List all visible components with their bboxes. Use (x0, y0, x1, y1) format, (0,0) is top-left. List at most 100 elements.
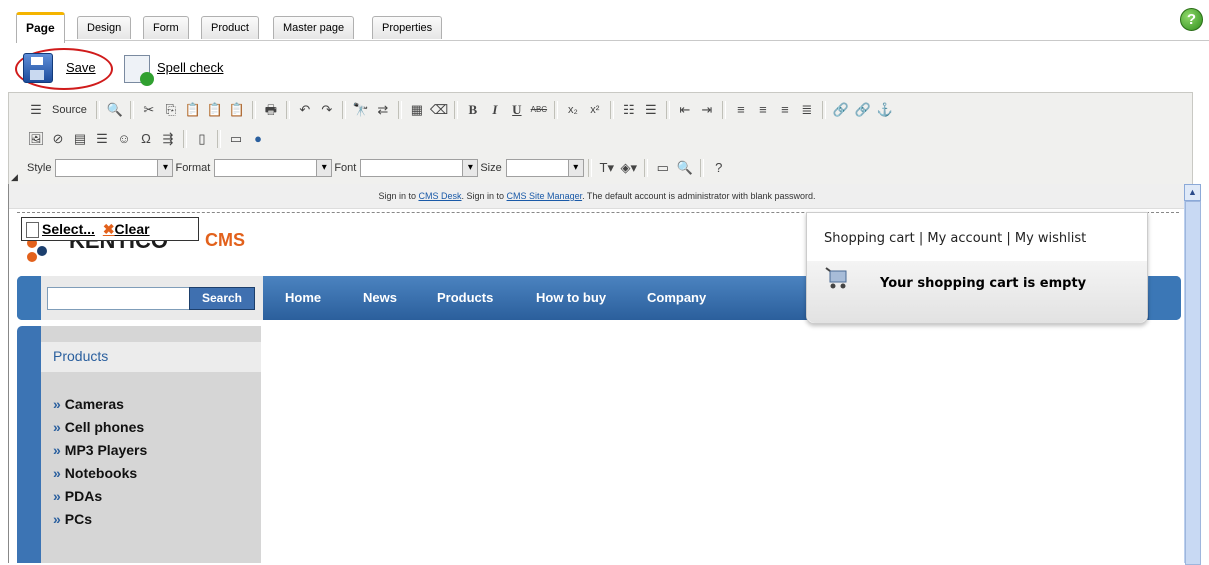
superscript-icon[interactable]: x² (586, 101, 604, 119)
smiley-icon[interactable]: ☺ (115, 130, 133, 148)
preview-scrollbar[interactable]: ▲ (1184, 184, 1201, 565)
toolbar-separator (95, 101, 100, 119)
copy-icon[interactable]: ⎘ (162, 101, 180, 119)
logo-select-clear: Select... ✖Clear (21, 217, 199, 241)
justify-icon[interactable]: ≣ (798, 101, 816, 119)
nav-news[interactable]: News (363, 290, 397, 305)
anchor-icon[interactable]: ⚓ (876, 101, 894, 119)
align-left-icon[interactable]: ≡ (732, 101, 750, 119)
undo-icon[interactable]: ↶ (296, 101, 314, 119)
save-icon[interactable] (23, 53, 53, 83)
horizontal-rule-icon[interactable]: ☰ (93, 130, 111, 148)
search-button[interactable]: Search (189, 287, 255, 310)
inline-control-icon[interactable]: ▯ (193, 130, 211, 148)
sidebar-item-label: Notebooks (64, 465, 138, 481)
nav-how-to-buy[interactable]: How to buy (536, 290, 606, 305)
tab-master-page[interactable]: Master page (273, 16, 355, 39)
toolbar-separator (453, 101, 458, 119)
find-icon[interactable]: 🔭 (352, 101, 370, 119)
background-color-icon[interactable]: ◈▾ (620, 159, 638, 177)
print-icon[interactable]: 🖶 (262, 101, 280, 119)
preview-icon[interactable]: 🔍 (106, 101, 124, 119)
logo-cms: CMS (205, 230, 245, 250)
select-all-icon[interactable]: ▦ (408, 101, 426, 119)
show-blocks-icon[interactable]: 🔍 (676, 159, 694, 177)
sidebar-item-pdas[interactable]: » PDAs (53, 488, 102, 504)
align-center-icon[interactable]: ≡ (754, 101, 772, 119)
redo-icon[interactable]: ↷ (318, 101, 336, 119)
italic-icon[interactable]: I (486, 101, 504, 119)
cart-links[interactable]: Shopping cart | My account | My wishlist (824, 231, 1086, 246)
about-icon[interactable]: ? (710, 159, 728, 177)
numbered-list-icon[interactable]: ☷ (620, 101, 638, 119)
save-button[interactable]: Save (66, 60, 96, 75)
size-label: Size (480, 162, 502, 174)
style-select[interactable] (55, 159, 174, 177)
link-icon[interactable]: 🔗 (832, 101, 850, 119)
spell-check-button[interactable]: Spell check (157, 60, 223, 75)
cut-icon[interactable]: ✂ (140, 101, 158, 119)
spell-check-icon[interactable] (124, 55, 154, 86)
scroll-up-icon[interactable]: ▲ (1184, 184, 1201, 201)
source-button[interactable]: Source (47, 103, 92, 117)
maximize-icon[interactable]: ▭ (654, 159, 672, 177)
navbar-left-strip (17, 276, 41, 320)
text-color-icon[interactable]: T▾ (598, 159, 616, 177)
paste-word-icon[interactable]: 📋 (228, 101, 246, 119)
bold-icon[interactable]: B (464, 101, 482, 119)
strikethrough-icon[interactable]: ABC (530, 101, 548, 119)
replace-icon[interactable]: ⇄ (374, 101, 392, 119)
paste-icon[interactable]: 📋 (184, 101, 202, 119)
flash-icon[interactable]: ⊘ (49, 130, 67, 148)
size-select[interactable] (505, 159, 584, 177)
underline-icon[interactable]: U (508, 101, 526, 119)
cart-empty-text: Your shopping cart is empty (880, 276, 1087, 291)
subscript-icon[interactable]: x₂ (564, 101, 582, 119)
signin-text: . Sign in to (461, 191, 505, 201)
cms-desk-link[interactable]: CMS Desk (418, 191, 461, 201)
help-icon[interactable]: ? (1180, 8, 1203, 31)
nav-company[interactable]: Company (647, 290, 706, 305)
toolbar-separator (699, 159, 704, 177)
sidebar-item-label: PDAs (64, 488, 103, 504)
format-select[interactable] (214, 159, 333, 177)
toolbar-row-2: 🖼 ⊘ ▤ ☰ ☺ Ω ⇶ ▯ ▭ ● (25, 127, 269, 151)
cms-site-manager-link[interactable]: CMS Site Manager (507, 191, 583, 201)
indent-icon[interactable]: ⇥ (698, 101, 716, 119)
outdent-icon[interactable]: ⇤ (676, 101, 694, 119)
clear-icon[interactable]: ✖ (103, 221, 115, 237)
insert-form-icon[interactable]: ▭ (227, 130, 245, 148)
tab-properties[interactable]: Properties (372, 16, 443, 39)
unlink-icon[interactable]: 🔗 (854, 101, 872, 119)
nav-home[interactable]: Home (285, 290, 321, 305)
clear-button[interactable]: Clear (115, 221, 150, 237)
bulleted-list-icon[interactable]: ☰ (642, 101, 660, 119)
signin-bar: Sign in to CMS Desk. Sign in to CMS Site… (9, 184, 1185, 209)
sidebar-title: Products (53, 348, 109, 364)
select-button[interactable]: Select... (42, 221, 95, 237)
remove-format-icon[interactable]: ⌫ (430, 101, 448, 119)
nav-products[interactable]: Products (437, 290, 493, 305)
toolbar-collapse-icon[interactable]: ◢ (11, 172, 18, 183)
scroll-thumb[interactable] (1185, 201, 1201, 565)
tab-design[interactable]: Design (77, 16, 132, 39)
tab-product[interactable]: Product (201, 16, 259, 39)
tab-page[interactable]: Page (16, 12, 65, 43)
sidebar-item-cameras[interactable]: » Cameras (53, 396, 124, 412)
sidebar-item-cell-phones[interactable]: » Cell phones (53, 419, 144, 435)
insert-media-icon[interactable]: ● (249, 130, 267, 148)
sidebar-item-pcs[interactable]: » PCs (53, 511, 92, 527)
search-input[interactable] (47, 287, 191, 310)
align-right-icon[interactable]: ≡ (776, 101, 794, 119)
font-select[interactable] (360, 159, 479, 177)
image-icon[interactable]: 🖼 (27, 130, 45, 148)
page-break-icon[interactable]: ⇶ (159, 130, 177, 148)
sidebar-item-notebooks[interactable]: » Notebooks (53, 465, 137, 481)
tab-form[interactable]: Form (143, 16, 189, 39)
table-icon[interactable]: ▤ (71, 130, 89, 148)
special-char-icon[interactable]: Ω (137, 130, 155, 148)
chevron-right-icon: » (53, 511, 61, 527)
toolbar-separator (821, 101, 826, 119)
paste-text-icon[interactable]: 📋 (206, 101, 224, 119)
sidebar-item-mp3-players[interactable]: » MP3 Players (53, 442, 147, 458)
